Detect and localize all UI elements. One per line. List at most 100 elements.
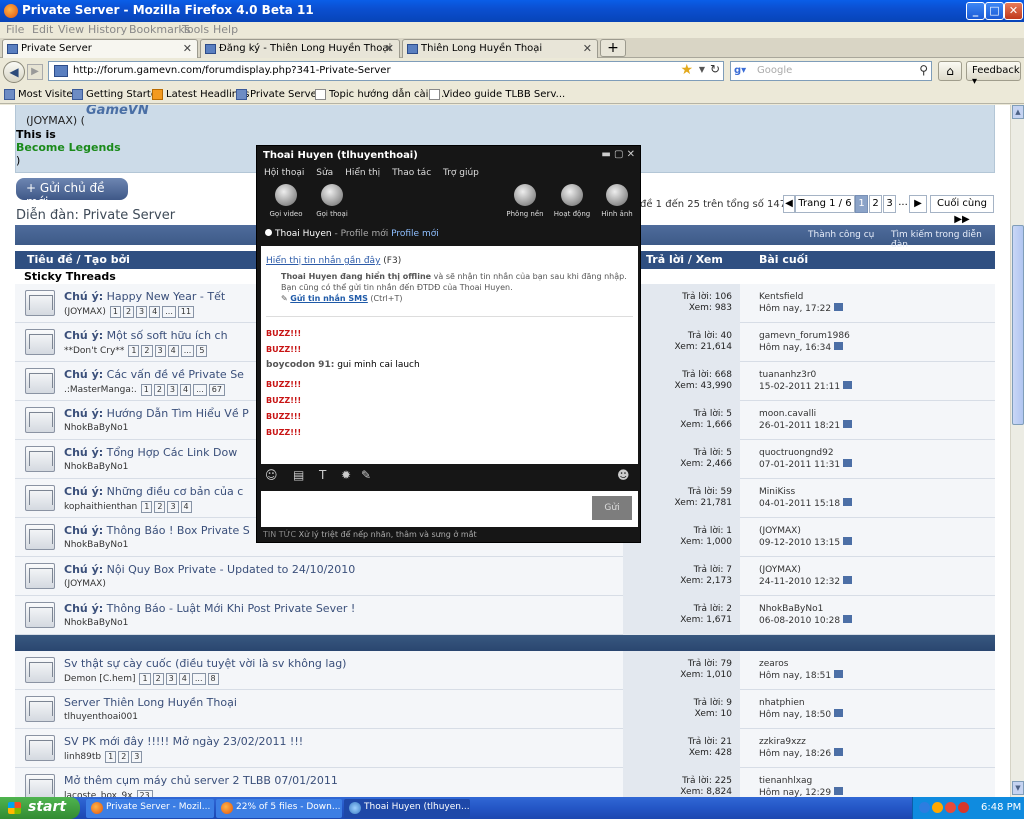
recent-link-text[interactable]: Hiển thị tin nhắn gần đây bbox=[266, 256, 380, 266]
thread-title-text[interactable]: Mở thêm cụm máy chủ server 2 TLBB 07/01/… bbox=[64, 774, 338, 787]
page-scrollbar[interactable]: ▲ ▼ bbox=[1010, 105, 1024, 797]
google-icon[interactable]: g▾ bbox=[734, 65, 752, 77]
thread-title[interactable]: Chú ý: Happy New Year - Tết bbox=[64, 290, 225, 303]
thread-title[interactable]: Chú ý: Thông Báo - Luật Mới Khi Post Pri… bbox=[64, 602, 355, 615]
page-link[interactable]: 1 bbox=[139, 673, 151, 685]
last-post-user[interactable]: NhokBaByNo1 bbox=[759, 604, 823, 614]
page-link[interactable]: 1 bbox=[105, 751, 117, 763]
page-link[interactable]: 8 bbox=[207, 673, 219, 685]
thread-title[interactable]: Sv thật sự cày cuốc (điều tuyệt vời là s… bbox=[64, 657, 346, 670]
author-name[interactable]: .:MasterManga:. bbox=[64, 385, 137, 395]
thread-title[interactable]: Mở thêm cụm máy chủ server 2 TLBB 07/01/… bbox=[64, 774, 338, 787]
thread-row[interactable]: Chú ý: Nội Quy Box Private - Updated to … bbox=[15, 557, 995, 596]
page-link[interactable]: 11 bbox=[177, 306, 195, 318]
tab-dang-ky[interactable]: Đăng ký - Thiên Long Huyền Thoại ✕ bbox=[200, 39, 400, 58]
page-link[interactable]: ... bbox=[162, 306, 176, 318]
author-name[interactable]: kophaithienthan bbox=[64, 502, 137, 512]
thread-row[interactable]: Chú ý: Thông Báo - Luật Mới Khi Post Pri… bbox=[15, 596, 995, 635]
thread-title[interactable]: Chú ý: Hướng Dẫn Tìm Hiểu Về P bbox=[64, 407, 249, 420]
search-forum-link[interactable]: Tìm kiếm trong diễn đàn bbox=[891, 230, 995, 250]
tab-close-icon[interactable]: ✕ bbox=[385, 42, 394, 55]
chat-menu-item[interactable]: Thao tác bbox=[392, 168, 431, 178]
author-name[interactable]: Demon [C.hem] bbox=[64, 674, 135, 684]
author-name[interactable]: (JOYMAX) bbox=[64, 307, 106, 317]
photos-button[interactable]: Hình ảnh bbox=[594, 184, 640, 218]
tab-private-server[interactable]: Private Server ✕ bbox=[2, 39, 198, 58]
chat-menu-item[interactable]: Sửa bbox=[316, 168, 333, 178]
page-link[interactable]: 1 bbox=[109, 306, 121, 318]
chat-menu-item[interactable]: Trợ giúp bbox=[443, 168, 479, 178]
last-post-user[interactable]: (JOYMAX) bbox=[759, 526, 801, 536]
page-3[interactable]: 3 bbox=[883, 195, 896, 213]
news-ticker[interactable]: TIN TỨC Xử lý triệt để nếp nhăn, thâm và… bbox=[263, 530, 477, 539]
thread-title-text[interactable]: SV PK mới đây !!!!! Mở ngày 23/02/2011 !… bbox=[64, 735, 303, 748]
page-link[interactable]: 2 bbox=[118, 751, 130, 763]
nudge-icon[interactable]: ✹ bbox=[341, 468, 351, 482]
thread-title-text[interactable]: Các vấn đề về Private Se bbox=[107, 368, 244, 381]
minimize-button[interactable]: _ bbox=[966, 2, 985, 20]
send-button[interactable]: Gửi bbox=[592, 496, 632, 520]
attach-icon[interactable]: ✎ bbox=[361, 468, 371, 482]
last-post-user[interactable]: Kentsfield bbox=[759, 292, 803, 302]
go-to-last-post-icon[interactable] bbox=[843, 459, 853, 467]
thread-title-text[interactable]: Sv thật sự cày cuốc (điều tuyệt vời là s… bbox=[64, 657, 346, 670]
page-link[interactable]: 5 bbox=[196, 345, 208, 357]
go-to-last-post-icon[interactable] bbox=[834, 748, 844, 756]
last-post-user[interactable]: tienanhlxag bbox=[759, 776, 812, 786]
voice-call-button[interactable]: Gọi thoại bbox=[309, 184, 355, 218]
contact-icon[interactable]: ☻ bbox=[617, 468, 630, 482]
maximize-button[interactable]: □ bbox=[985, 2, 1004, 20]
bookmark-video-guide[interactable]: Video guide TLBB Serv... bbox=[429, 89, 565, 100]
page-link[interactable]: 2 bbox=[154, 501, 166, 513]
messenger-tray-icon[interactable] bbox=[932, 802, 943, 813]
page-link[interactable]: 1 bbox=[140, 384, 152, 396]
back-button[interactable]: ◀ bbox=[3, 61, 25, 83]
page-link[interactable]: 4 bbox=[149, 306, 161, 318]
last-post-user[interactable]: moon.cavalli bbox=[759, 409, 816, 419]
last-post-user[interactable]: tuananhz3r0 bbox=[759, 370, 816, 380]
go-to-last-post-icon[interactable] bbox=[843, 381, 853, 389]
thread-row[interactable]: Mở thêm cụm máy chủ server 2 TLBB 07/01/… bbox=[15, 768, 995, 797]
menu-history[interactable]: History bbox=[88, 23, 127, 36]
last-post-user[interactable]: (JOYMAX) bbox=[759, 565, 801, 575]
scroll-down-icon[interactable]: ▼ bbox=[1012, 781, 1024, 795]
go-to-last-post-icon[interactable] bbox=[834, 670, 844, 678]
page-link[interactable]: ... bbox=[191, 673, 206, 685]
profile-link[interactable]: Profile mới bbox=[391, 229, 439, 239]
page-link[interactable]: ... bbox=[180, 345, 195, 357]
thread-title-text[interactable]: Server Thiên Long Huyền Thoại bbox=[64, 696, 237, 709]
font-icon[interactable]: T bbox=[319, 468, 326, 482]
network-icon[interactable] bbox=[919, 802, 930, 813]
author-name[interactable]: NhokBaByNo1 bbox=[64, 423, 128, 433]
forward-button[interactable]: ▶ bbox=[27, 64, 43, 80]
page-link[interactable]: ... bbox=[193, 384, 207, 396]
go-to-last-post-icon[interactable] bbox=[843, 615, 853, 623]
bookmark-private-server[interactable]: Private Server bbox=[236, 89, 321, 100]
last-post-user[interactable]: zzkira9xzz bbox=[759, 737, 806, 747]
page-link[interactable]: 3 bbox=[167, 501, 179, 513]
thread-title[interactable]: Chú ý: Nội Quy Box Private - Updated to … bbox=[64, 563, 355, 576]
menu-help[interactable]: Help bbox=[213, 23, 238, 36]
last-post-user[interactable]: nhatphien bbox=[759, 698, 805, 708]
thread-title-text[interactable]: Thông Báo ! Box Private S bbox=[107, 524, 250, 537]
bookmark-star-icon[interactable]: ★ bbox=[680, 62, 693, 78]
pager-next-button[interactable]: ▶ bbox=[909, 195, 927, 213]
col-last[interactable]: Bài cuối bbox=[759, 253, 808, 266]
recent-messages-link[interactable]: Hiển thị tin nhắn gần đây (F3) bbox=[266, 256, 401, 266]
page-link[interactable]: 23 bbox=[136, 790, 153, 797]
page-link[interactable]: 3 bbox=[166, 384, 179, 396]
author-name[interactable]: **Don't Cry** bbox=[64, 346, 124, 356]
security-icon[interactable] bbox=[945, 802, 956, 813]
history-dropdown-icon[interactable]: ▼ bbox=[699, 65, 705, 74]
chat-menu-item[interactable]: Hội thoại bbox=[264, 168, 304, 178]
chat-menu-item[interactable]: Hiển thị bbox=[345, 168, 380, 178]
go-to-last-post-icon[interactable] bbox=[834, 303, 844, 311]
menu-view[interactable]: View bbox=[58, 23, 84, 36]
thread-title-text[interactable]: Happy New Year - Tết bbox=[107, 290, 226, 303]
thread-row[interactable]: SV PK mới đây !!!!! Mở ngày 23/02/2011 !… bbox=[15, 729, 995, 768]
feedback-button[interactable]: Feedback ▾ bbox=[966, 61, 1021, 87]
page-2[interactable]: 2 bbox=[869, 195, 882, 213]
bookmark-latest-headlines[interactable]: Latest Headlines bbox=[152, 89, 250, 100]
thread-row[interactable]: Server Thiên Long Huyền Thoại tlhuyenthoa… bbox=[15, 690, 995, 729]
go-to-last-post-icon[interactable] bbox=[843, 537, 853, 545]
